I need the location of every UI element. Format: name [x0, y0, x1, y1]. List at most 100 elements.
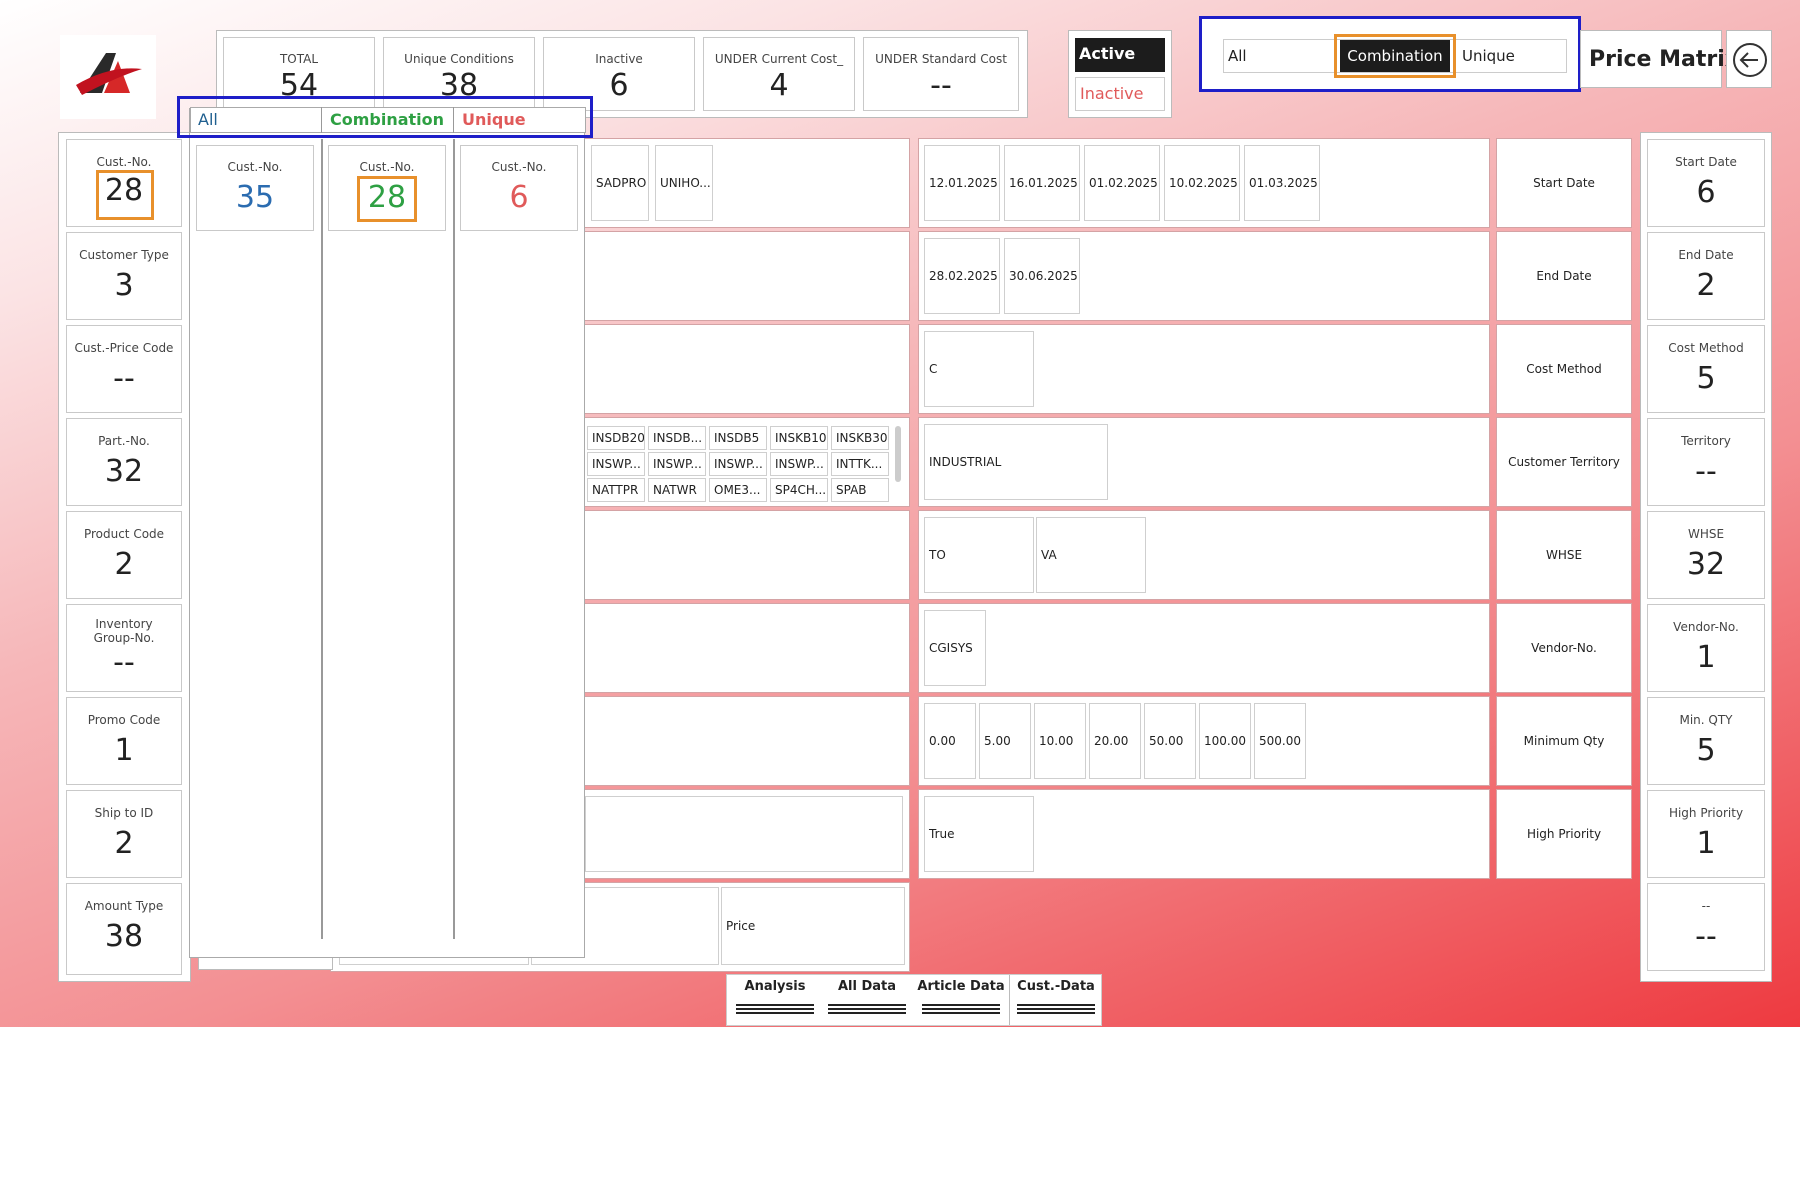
- left-card-promo-code[interactable]: Promo Code 1: [66, 697, 182, 785]
- card-value: 35: [235, 180, 275, 215]
- card-value: --: [1695, 454, 1717, 489]
- bottom-tab-article-data[interactable]: Article Data: [915, 977, 1007, 1023]
- right-card-cost-method[interactable]: Cost Method 5: [1647, 325, 1765, 413]
- value-chip[interactable]: SP4CH...: [770, 478, 828, 502]
- value-chip[interactable]: INSWP...: [587, 452, 645, 476]
- card-value: 5: [1696, 361, 1716, 396]
- right-card-high-priority[interactable]: High Priority 1: [1647, 790, 1765, 878]
- tab-all[interactable]: All: [1228, 47, 1247, 65]
- left-card-product-code[interactable]: Product Code 2: [66, 511, 182, 599]
- back-arrow-icon: [1733, 43, 1767, 77]
- field-high-priority[interactable]: High Priority: [1496, 789, 1632, 879]
- mid-row-4: INSDB20 INSDB... INSDB5 INSKB10 INSKB30 …: [584, 417, 910, 507]
- value-chip[interactable]: 5.00: [979, 703, 1031, 779]
- value-chip[interactable]: 20.00: [1089, 703, 1141, 779]
- tab-underline: [736, 1012, 814, 1014]
- kpi-under-standard-cost: UNDER Standard Cost --: [863, 37, 1019, 111]
- value-chip[interactable]: 01.03.2025: [1244, 145, 1320, 221]
- card-label: Min. QTY: [1679, 713, 1733, 727]
- value-chip[interactable]: 100.00: [1199, 703, 1251, 779]
- value-chip[interactable]: SADPRO: [591, 145, 649, 221]
- value-chip[interactable]: True: [924, 796, 1034, 872]
- dropdown-card-combination[interactable]: Cust.-No. 28: [328, 145, 446, 231]
- right-card-vendor-no[interactable]: Vendor-No. 1: [1647, 604, 1765, 692]
- value-chip[interactable]: INSKB30: [831, 426, 889, 450]
- value-chip[interactable]: 50.00: [1144, 703, 1196, 779]
- mid-row-2: [584, 231, 910, 321]
- right-card-start-date[interactable]: Start Date 6: [1647, 139, 1765, 227]
- value-chip[interactable]: CGISYS: [924, 610, 986, 686]
- left-card-cust-price-code[interactable]: Cust.-Price Code --: [66, 325, 182, 413]
- value-chip[interactable]: TO: [924, 517, 1034, 593]
- right-card-whse[interactable]: WHSE 32: [1647, 511, 1765, 599]
- right-card-extra[interactable]: -- --: [1647, 883, 1765, 971]
- value-chip[interactable]: 0.00: [924, 703, 976, 779]
- value-chip[interactable]: INSWP...: [709, 452, 767, 476]
- value-chip[interactable]: INDUSTRIAL: [924, 424, 1108, 500]
- card-label: Cust.-Price Code: [74, 341, 174, 355]
- left-card-cust-no[interactable]: Cust.-No. 28: [66, 139, 182, 227]
- field-vendor-no[interactable]: Vendor-No.: [1496, 603, 1632, 693]
- value-chip[interactable]: INSWP...: [648, 452, 706, 476]
- value-chip[interactable]: VA: [1036, 517, 1146, 593]
- tab-combination[interactable]: Combination: [1340, 40, 1450, 72]
- field-whse[interactable]: WHSE: [1496, 510, 1632, 600]
- left-card-inventory-group-no[interactable]: Inventory Group-No. --: [66, 604, 182, 692]
- value-chip[interactable]: INTTK...: [831, 452, 889, 476]
- value-chip[interactable]: INSDB5: [709, 426, 767, 450]
- company-logo: [60, 35, 156, 119]
- field-cost-method[interactable]: Cost Method: [1496, 324, 1632, 414]
- scrollbar[interactable]: [895, 426, 901, 482]
- value-chip[interactable]: 10.02.2025: [1164, 145, 1240, 221]
- value-chip[interactable]: INSDB20: [587, 426, 645, 450]
- value-chip[interactable]: SPAB: [831, 478, 889, 502]
- field-minimum-qty[interactable]: Minimum Qty: [1496, 696, 1632, 786]
- back-button[interactable]: [1726, 30, 1772, 88]
- value-chip[interactable]: INSDB...: [648, 426, 706, 450]
- bottom-tab-all-data[interactable]: All Data: [823, 977, 911, 1023]
- left-card-part-no[interactable]: Part.-No. 32: [66, 418, 182, 506]
- value-chip[interactable]: 01.02.2025: [1084, 145, 1160, 221]
- value-chip[interactable]: UNIHO...: [655, 145, 713, 221]
- dropdown-card-unique[interactable]: Cust.-No. 6: [460, 145, 578, 231]
- card-value: 5: [1696, 733, 1716, 768]
- tab-underline: [828, 1012, 906, 1014]
- left-card-customer-type[interactable]: Customer Type 3: [66, 232, 182, 320]
- right-card-min-qty[interactable]: Min. QTY 5: [1647, 697, 1765, 785]
- dropdown-divider: [453, 139, 455, 939]
- card-value: 2: [114, 547, 134, 582]
- value-chip[interactable]: 28.02.2025: [924, 238, 1000, 314]
- dropdown-card-all[interactable]: Cust.-No. 35: [196, 145, 314, 231]
- left-card-amount-type[interactable]: Amount Type 38: [66, 883, 182, 975]
- dropdown-tabs: All Combination Unique: [177, 96, 593, 138]
- right-card-territory[interactable]: Territory --: [1647, 418, 1765, 506]
- customer-dropdown: Cust.-No. 35 Cust.-No. 28 Cust.-No. 6: [189, 108, 585, 958]
- dropdown-tab-divider: [321, 107, 322, 133]
- value-chip[interactable]: INSWP...: [770, 452, 828, 476]
- dropdown-tab-all[interactable]: All: [198, 110, 218, 129]
- tab-unique[interactable]: Unique: [1462, 47, 1515, 65]
- value-chip[interactable]: 12.01.2025: [924, 145, 1000, 221]
- left-card-ship-to-id[interactable]: Ship to ID 2: [66, 790, 182, 878]
- value-chip[interactable]: 500.00: [1254, 703, 1306, 779]
- value-chip[interactable]: OME3...: [709, 478, 767, 502]
- dropdown-tab-unique[interactable]: Unique: [462, 110, 526, 129]
- bottom-tab-cust-data[interactable]: Cust.-Data: [1013, 977, 1099, 1023]
- mid-row-6: [584, 603, 910, 693]
- value-chip[interactable]: 10.00: [1034, 703, 1086, 779]
- value-chip[interactable]: NATWR: [648, 478, 706, 502]
- value-chip[interactable]: 30.06.2025: [1004, 238, 1080, 314]
- value-chip[interactable]: 16.01.2025: [1004, 145, 1080, 221]
- dropdown-tab-combination[interactable]: Combination: [330, 110, 444, 129]
- field-end-date[interactable]: End Date: [1496, 231, 1632, 321]
- right-card-end-date[interactable]: End Date 2: [1647, 232, 1765, 320]
- field-customer-territory[interactable]: Customer Territory: [1496, 417, 1632, 507]
- price-cell[interactable]: Price: [721, 887, 905, 965]
- bottom-tab-analysis[interactable]: Analysis: [731, 977, 819, 1023]
- status-inactive-button[interactable]: Inactive: [1075, 77, 1165, 111]
- value-chip[interactable]: C: [924, 331, 1034, 407]
- status-active-button[interactable]: Active: [1075, 38, 1165, 72]
- value-chip[interactable]: INSKB10: [770, 426, 828, 450]
- field-start-date[interactable]: Start Date: [1496, 138, 1632, 228]
- value-chip[interactable]: NATTPR: [587, 478, 645, 502]
